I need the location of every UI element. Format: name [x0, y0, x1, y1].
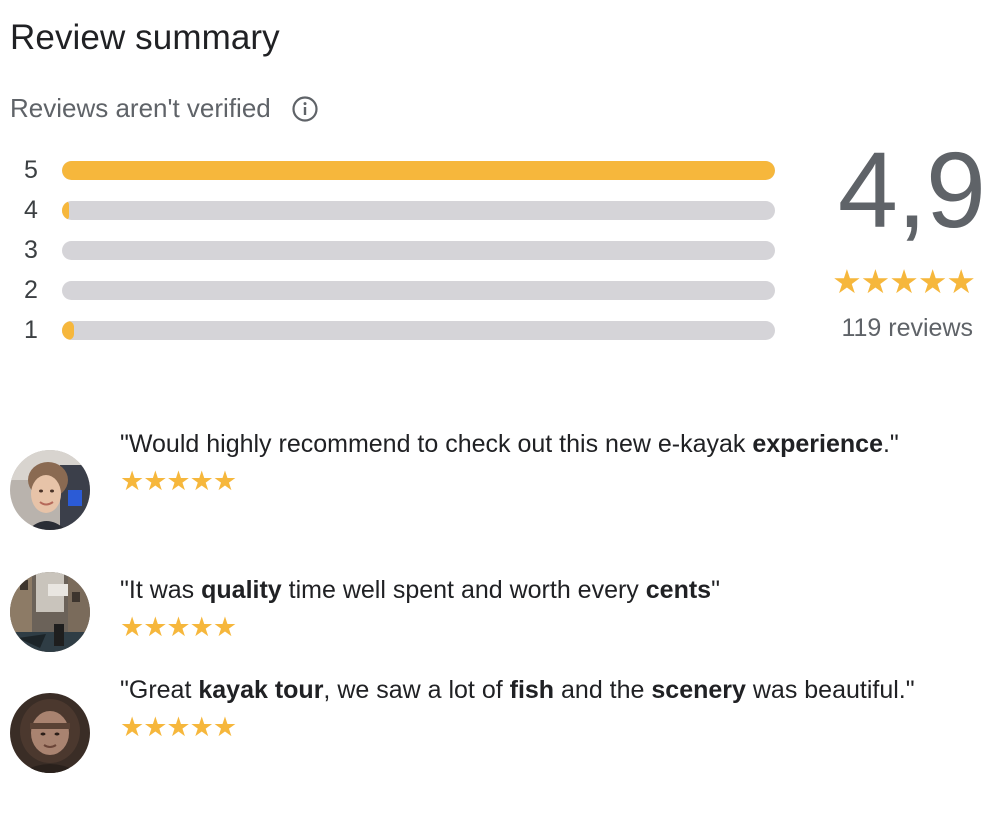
review-text: "Great	[120, 676, 199, 704]
review-text: "Would highly recommend to check out thi…	[120, 430, 753, 458]
rating-row-1[interactable]: 1	[24, 310, 784, 350]
review-keyword: scenery	[651, 676, 746, 704]
verification-notice: Reviews aren't verified	[10, 93, 319, 124]
review-quote: "Would highly recommend to check out thi…	[120, 422, 920, 466]
rating-bar-fill	[62, 200, 70, 220]
review-keyword: cents	[645, 576, 712, 604]
review-text: , we saw a lot of	[323, 676, 510, 704]
review-body: "It was quality time well spent and wort…	[120, 568, 920, 642]
review-count-link[interactable]: 119 reviews	[815, 314, 985, 343]
review-keyword: fish	[509, 676, 555, 704]
review-quote: "It was quality time well spent and wort…	[120, 568, 920, 612]
rating-distribution: 5 4 3 2 1	[24, 150, 784, 350]
rating-row-2[interactable]: 2	[24, 270, 784, 310]
verified-text: Reviews aren't verified	[10, 93, 271, 123]
rating-label: 3	[24, 236, 38, 264]
review-body: "Great kayak tour, we saw a lot of fish …	[120, 668, 920, 742]
rating-bar[interactable]	[62, 160, 775, 180]
average-stars: ★★★★★	[832, 263, 976, 300]
review-text: ."	[882, 430, 899, 458]
review-text: was beautiful."	[745, 676, 915, 704]
review-stars: ★★★★★	[120, 466, 237, 496]
review-text: "	[711, 576, 720, 604]
rating-bar[interactable]	[62, 280, 775, 300]
rating-label: 4	[24, 196, 38, 224]
rating-bar[interactable]	[62, 240, 775, 260]
review-quote: "Great kayak tour, we saw a lot of fish …	[120, 668, 920, 712]
average-score: 4,9	[837, 129, 986, 250]
avatar	[10, 572, 90, 652]
review-keyword: experience	[752, 430, 883, 458]
rating-row-3[interactable]: 3	[24, 230, 784, 270]
page-title: Review summary	[10, 18, 280, 57]
rating-row-5[interactable]: 5	[24, 150, 784, 190]
review-body: "Would highly recommend to check out thi…	[120, 422, 920, 496]
review-text: time well spent and worth every	[281, 576, 646, 604]
review-text: and the	[554, 676, 652, 704]
rating-bar[interactable]	[62, 200, 775, 220]
rating-label: 1	[24, 316, 38, 344]
avatar	[10, 450, 90, 530]
review-keyword: quality	[201, 576, 282, 604]
review-keyword: kayak tour	[198, 676, 324, 704]
review-stars: ★★★★★	[120, 612, 237, 642]
review-stars: ★★★★★	[120, 712, 237, 742]
rating-bar[interactable]	[62, 320, 775, 340]
rating-row-4[interactable]: 4	[24, 190, 784, 230]
info-icon[interactable]	[291, 95, 319, 123]
rating-label: 5	[24, 156, 38, 184]
rating-label: 2	[24, 276, 38, 304]
rating-bar-fill	[62, 320, 75, 340]
rating-summary: 4,9 ★★★★★ 119 reviews	[815, 129, 986, 343]
rating-bar-fill	[62, 160, 775, 180]
review-text: "It was	[120, 576, 202, 604]
avatar	[10, 693, 90, 773]
